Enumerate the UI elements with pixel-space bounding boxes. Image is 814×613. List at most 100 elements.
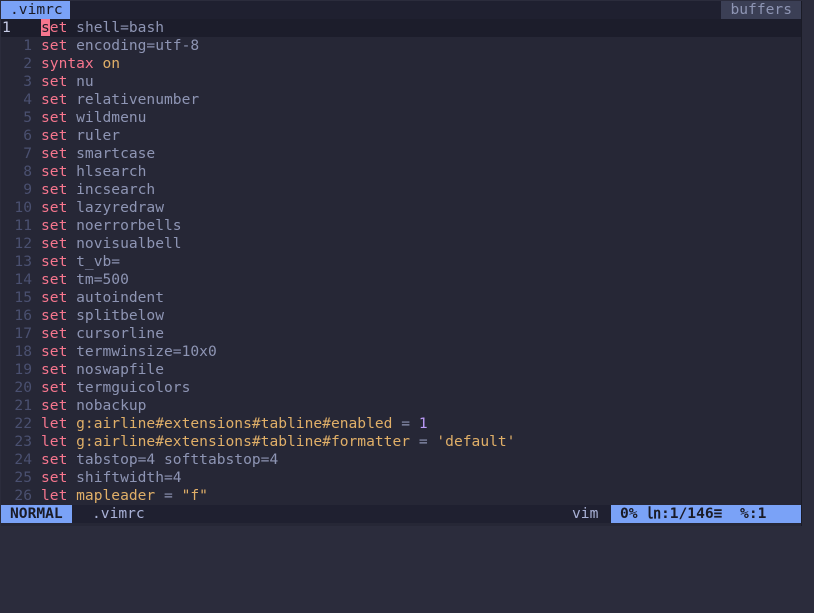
mode-indicator: NORMAL: [1, 505, 72, 523]
line-number: 1: [23, 37, 32, 54]
code-token: autoindent: [67, 289, 165, 306]
code-token: =: [392, 415, 419, 432]
code-token: noerrorbells: [67, 217, 182, 234]
line-number: 13: [14, 253, 32, 270]
code-line[interactable]: 20 set termguicolors: [1, 379, 801, 397]
code-token: lazyredraw: [67, 199, 165, 216]
code-line[interactable]: 10 set lazyredraw: [1, 199, 801, 217]
code-token: set: [41, 217, 68, 234]
code-token: let: [41, 415, 68, 432]
code-line[interactable]: 2 syntax on: [1, 55, 801, 73]
code-token: relativenumber: [67, 91, 200, 108]
code-token: on: [102, 55, 121, 72]
code-line[interactable]: 12 set novisualbell: [1, 235, 801, 253]
code-token: wildmenu: [67, 109, 147, 126]
code-token: set: [41, 307, 68, 324]
code-line[interactable]: 13 set t_vb=: [1, 253, 801, 271]
code-token: novisualbell: [67, 235, 182, 252]
line-number: 12: [14, 235, 32, 252]
code-token: tabstop=4 softtabstop=4: [67, 451, 279, 468]
code-token: t_vb=: [67, 253, 121, 270]
code-line[interactable]: 15 set autoindent: [1, 289, 801, 307]
tabline: .vimrc buffers: [1, 1, 801, 19]
line-number: 15: [14, 289, 32, 306]
code-token: syntax: [41, 55, 94, 72]
code-token: noswapfile: [67, 361, 165, 378]
code-token: let: [41, 487, 68, 504]
code-token: set: [41, 397, 68, 414]
code-line[interactable]: 24 set tabstop=4 softtabstop=4: [1, 451, 801, 469]
code-line[interactable]: 26 let mapleader = "f": [1, 487, 801, 505]
code-token: set: [41, 163, 68, 180]
code-token: =: [410, 433, 437, 450]
code-token: =bash: [120, 19, 165, 36]
code-token: set: [41, 91, 68, 108]
code-token: splitbelow: [67, 307, 165, 324]
code-line[interactable]: 5 set wildmenu: [1, 109, 801, 127]
code-token: set: [41, 343, 68, 360]
tab-vimrc[interactable]: .vimrc: [1, 1, 70, 19]
code-token: set: [41, 37, 68, 54]
code-line[interactable]: 8 set hlsearch: [1, 163, 801, 181]
line-number: 9: [23, 181, 32, 198]
code-line[interactable]: 19 set noswapfile: [1, 361, 801, 379]
code-token: "f": [181, 487, 208, 504]
line-number: 4: [23, 91, 32, 108]
code-token: ruler: [67, 127, 121, 144]
line-number: 19: [14, 361, 32, 378]
current-line[interactable]: 1 set shell=bash: [1, 19, 801, 37]
code-line[interactable]: 3 set nu: [1, 73, 801, 91]
code-token: set: [41, 253, 68, 270]
code-line[interactable]: 23 let g:airline#extensions#tabline#forma…: [1, 433, 801, 451]
line-number: 26: [14, 487, 32, 504]
code-token: set: [41, 271, 68, 288]
statusline-filename: .vimrc: [92, 505, 145, 522]
text-cursor: s: [41, 19, 50, 36]
code-line[interactable]: 25 set shiftwidth=4: [1, 469, 801, 487]
code-line[interactable]: 21 set nobackup: [1, 397, 801, 415]
line-number: 24: [14, 451, 32, 468]
code-token: hlsearch: [67, 163, 147, 180]
code-line[interactable]: 11 set noerrorbells: [1, 217, 801, 235]
code-line[interactable]: 4 set relativenumber: [1, 91, 801, 109]
line-number: 23: [14, 433, 32, 450]
code-line[interactable]: 9 set incsearch: [1, 181, 801, 199]
code-token: shell: [76, 19, 121, 36]
code-line[interactable]: 6 set ruler: [1, 127, 801, 145]
code-line[interactable]: 1 set encoding=utf-8: [1, 37, 801, 55]
code-token: let: [41, 433, 68, 450]
code-token: shiftwidth=4: [67, 469, 182, 486]
line-number: 14: [14, 271, 32, 288]
code-token: mapleader: [67, 487, 156, 504]
code-token: cursorline: [67, 325, 165, 342]
line-number: 17: [14, 325, 32, 342]
cursor-position: 0% ㏑:1/146≡ %:1: [611, 505, 801, 523]
line-number: 6: [23, 127, 32, 144]
code-token: nobackup: [67, 397, 147, 414]
code-line[interactable]: 18 set termwinsize=10x0: [1, 343, 801, 361]
code-line[interactable]: 16 set splitbelow: [1, 307, 801, 325]
code-token: termwinsize=10x0: [67, 343, 217, 360]
code-token: 'default': [436, 433, 516, 450]
buffers-label: buffers: [721, 1, 801, 19]
code-line[interactable]: 7 set smartcase: [1, 145, 801, 163]
code-line[interactable]: 17 set cursorline: [1, 325, 801, 343]
code-token: set: [41, 199, 68, 216]
code-token: set: [41, 73, 68, 90]
line-number: 16: [14, 307, 32, 324]
code-token: set: [41, 145, 68, 162]
line-number: 7: [23, 145, 32, 162]
code-line[interactable]: 22 let g:airline#extensions#tabline#enabl…: [1, 415, 801, 433]
line-number: 25: [14, 469, 32, 486]
code-token: et: [49, 19, 68, 36]
code-token: set: [41, 469, 68, 486]
code-token: set: [41, 127, 68, 144]
line-number: 3: [23, 73, 32, 90]
line-number: 21: [14, 397, 32, 414]
editor-area[interactable]: 1 set shell=bash 1 set encoding=utf-8 2 synta…: [1, 19, 801, 505]
line-number: 8: [23, 163, 32, 180]
code-line[interactable]: 14 set tm=500: [1, 271, 801, 289]
code-token: termguicolors: [67, 379, 191, 396]
